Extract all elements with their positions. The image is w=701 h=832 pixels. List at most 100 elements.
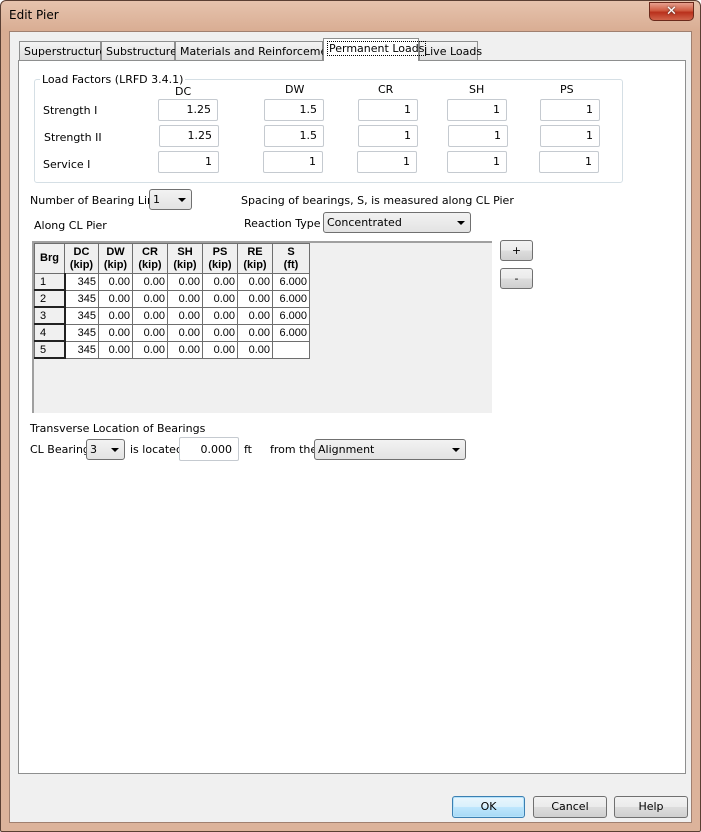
grid-header-dw: DW (kip) bbox=[98, 243, 133, 274]
grid-cell-dc[interactable]: 345 bbox=[64, 323, 99, 342]
service-i-cr-input[interactable]: 1 bbox=[357, 151, 417, 173]
row-header-cell[interactable]: 1 bbox=[34, 273, 66, 291]
strength-ii-cr-input[interactable]: 1 bbox=[358, 125, 418, 147]
grid-cell-sh[interactable]: 0.00 bbox=[167, 289, 203, 308]
grid-cell-dc[interactable]: 345 bbox=[64, 273, 99, 291]
chevron-down-icon bbox=[178, 198, 186, 202]
service-i-dw-input[interactable]: 1 bbox=[263, 151, 323, 173]
table-row: 1 345 0.00 0.00 0.00 0.00 0.00 6.000 bbox=[34, 273, 310, 291]
grid-header-brg: Brg bbox=[34, 243, 65, 274]
grid-cell-dw[interactable]: 0.00 bbox=[98, 323, 133, 342]
tab-live-loads[interactable]: Live Loads bbox=[419, 41, 482, 60]
along-cl-pier-label: Along CL Pier bbox=[34, 219, 107, 232]
tab-materials-and-reinforcement[interactable]: Materials and Reinforcement bbox=[175, 41, 339, 60]
service-i-sh-input[interactable]: 1 bbox=[447, 151, 507, 173]
row-header-cell[interactable]: 2 bbox=[34, 289, 66, 308]
grid-cell-dw[interactable]: 0.00 bbox=[98, 306, 133, 325]
grid-cell-s[interactable] bbox=[272, 340, 310, 359]
add-bearing-button[interactable]: + bbox=[500, 240, 533, 261]
grid-cell-re[interactable]: 0.00 bbox=[237, 273, 273, 291]
grid-cell-ps[interactable]: 0.00 bbox=[202, 273, 238, 291]
grid-cell-s[interactable]: 6.000 bbox=[272, 306, 310, 325]
grid-cell-dw[interactable]: 0.00 bbox=[98, 273, 133, 291]
grid-header-re: RE (kip) bbox=[237, 243, 273, 274]
cancel-button[interactable]: Cancel bbox=[533, 796, 607, 818]
grid-cell-dw[interactable]: 0.00 bbox=[98, 289, 133, 308]
cl-bearing-select[interactable]: 3 bbox=[86, 439, 125, 460]
offset-input[interactable]: 0.000 bbox=[179, 437, 239, 461]
strength-i-cr-input[interactable]: 1 bbox=[358, 99, 418, 121]
service-i-dc-input[interactable]: 1 bbox=[158, 151, 219, 173]
grid-cell-ps[interactable]: 0.00 bbox=[202, 289, 238, 308]
strength-i-dc-input[interactable]: 1.25 bbox=[158, 99, 218, 121]
ok-button[interactable]: OK bbox=[452, 796, 525, 818]
grid-cell-dw[interactable]: 0.00 bbox=[98, 340, 133, 359]
grid-header-sh: SH (kip) bbox=[167, 243, 203, 274]
transverse-location-heading: Transverse Location of Bearings bbox=[30, 422, 206, 435]
col-header-dw: DW bbox=[285, 83, 305, 96]
grid-cell-cr[interactable]: 0.00 bbox=[132, 273, 168, 291]
number-of-bearing-lines-select[interactable]: 1 bbox=[149, 189, 192, 210]
row-label-strength-i: Strength I bbox=[43, 104, 98, 117]
grid-cell-sh[interactable]: 0.00 bbox=[167, 340, 203, 359]
reference-line-select[interactable]: Alignment bbox=[314, 439, 466, 460]
is-located-label: is located bbox=[130, 443, 183, 456]
grid-cell-re[interactable]: 0.00 bbox=[237, 323, 273, 342]
grid-cell-ps[interactable]: 0.00 bbox=[202, 323, 238, 342]
strength-i-sh-input[interactable]: 1 bbox=[447, 99, 507, 121]
help-button[interactable]: Help bbox=[614, 796, 688, 818]
chevron-down-icon bbox=[111, 448, 119, 452]
grid-cell-s[interactable]: 6.000 bbox=[272, 273, 310, 291]
bearing-grid[interactable]: Brg DC (kip) DW (kip) CR (kip) SH (kip) PS (kip) RE… bbox=[32, 241, 492, 413]
grid-cell-re[interactable]: 0.00 bbox=[237, 306, 273, 325]
tab-superstructure[interactable]: Superstructure bbox=[19, 41, 106, 60]
grid-cell-s[interactable]: 6.000 bbox=[272, 323, 310, 342]
strength-i-ps-input[interactable]: 1 bbox=[540, 99, 600, 121]
table-row: 4 345 0.00 0.00 0.00 0.00 0.00 6.000 bbox=[34, 323, 310, 342]
tab-permanent-loads[interactable]: Permanent Loads bbox=[323, 38, 427, 61]
grid-cell-sh[interactable]: 0.00 bbox=[167, 323, 203, 342]
grid-cell-ps[interactable]: 0.00 bbox=[202, 306, 238, 325]
row-label-service-i: Service I bbox=[43, 158, 91, 171]
row-header-cell[interactable]: 5 bbox=[34, 340, 66, 359]
title-bar: Edit Pier ✕ bbox=[1, 1, 700, 29]
strength-ii-dc-input[interactable]: 1.25 bbox=[159, 125, 219, 147]
col-header-dc: DC bbox=[175, 85, 192, 98]
reaction-type-label: Reaction Type bbox=[244, 217, 321, 230]
grid-cell-re[interactable]: 0.00 bbox=[237, 340, 273, 359]
row-label-strength-ii: Strength II bbox=[44, 131, 102, 144]
grid-cell-cr[interactable]: 0.00 bbox=[132, 306, 168, 325]
edit-pier-dialog: Edit Pier ✕ Superstructure Substructure … bbox=[0, 0, 701, 832]
chevron-down-icon bbox=[457, 221, 465, 225]
from-the-label: from the bbox=[270, 443, 318, 456]
strength-i-dw-input[interactable]: 1.5 bbox=[264, 99, 324, 121]
window-title: Edit Pier bbox=[9, 8, 59, 22]
ft-unit-label: ft bbox=[244, 443, 252, 456]
grid-cell-dc[interactable]: 345 bbox=[64, 289, 99, 308]
grid-cell-re[interactable]: 0.00 bbox=[237, 289, 273, 308]
grid-cell-cr[interactable]: 0.00 bbox=[132, 323, 168, 342]
grid-cell-cr[interactable]: 0.00 bbox=[132, 289, 168, 308]
spacing-note: Spacing of bearings, S, is measured alon… bbox=[241, 194, 514, 207]
grid-cell-cr[interactable]: 0.00 bbox=[132, 340, 168, 359]
grid-cell-s[interactable]: 6.000 bbox=[272, 289, 310, 308]
row-header-cell[interactable]: 3 bbox=[34, 306, 66, 325]
row-header-cell[interactable]: 4 bbox=[34, 323, 66, 342]
cl-bearing-label: CL Bearing bbox=[30, 443, 90, 456]
remove-bearing-button[interactable]: - bbox=[500, 268, 533, 289]
grid-cell-sh[interactable]: 0.00 bbox=[167, 273, 203, 291]
grid-cell-dc[interactable]: 345 bbox=[64, 340, 99, 359]
bearing-table: Brg DC (kip) DW (kip) CR (kip) SH (kip) PS (kip) RE… bbox=[34, 243, 310, 359]
strength-ii-sh-input[interactable]: 1 bbox=[448, 125, 508, 147]
close-button[interactable]: ✕ bbox=[649, 2, 694, 21]
grid-cell-sh[interactable]: 0.00 bbox=[167, 306, 203, 325]
grid-cell-dc[interactable]: 345 bbox=[64, 306, 99, 325]
load-factors-legend: Load Factors (LRFD 3.4.1) bbox=[40, 73, 186, 86]
reaction-type-select[interactable]: Concentrated bbox=[323, 212, 471, 233]
tab-substructure[interactable]: Substructure bbox=[101, 41, 177, 60]
strength-ii-dw-input[interactable]: 1.5 bbox=[264, 125, 324, 147]
grid-cell-ps[interactable]: 0.00 bbox=[202, 340, 238, 359]
strength-ii-ps-input[interactable]: 1 bbox=[540, 125, 600, 147]
col-header-cr: CR bbox=[378, 83, 394, 96]
service-i-ps-input[interactable]: 1 bbox=[539, 151, 599, 173]
